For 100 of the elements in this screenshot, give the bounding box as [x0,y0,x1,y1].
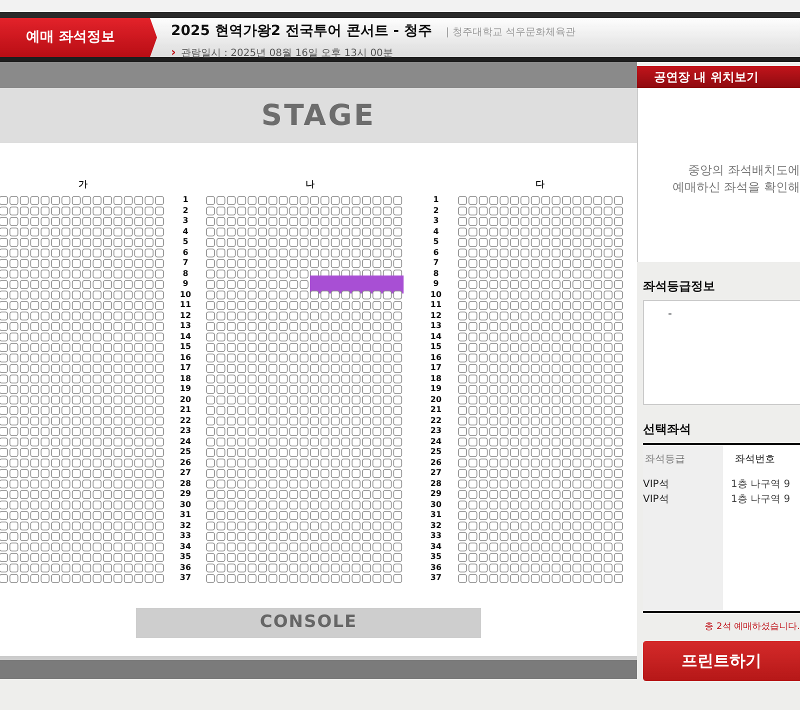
seat-row[interactable] [0,364,164,373]
seat-row[interactable] [206,259,402,268]
seat-row[interactable] [206,385,402,394]
seat-row[interactable] [458,374,623,384]
seat-row[interactable] [0,322,164,331]
seat-row[interactable] [0,490,164,499]
seat-row[interactable] [0,238,164,247]
seat-row[interactable] [0,343,164,352]
seat-row[interactable] [0,332,164,342]
seat-row[interactable] [0,270,164,278]
seat-row[interactable] [0,301,164,310]
seat-row[interactable] [0,217,164,226]
seat-row[interactable] [0,228,164,236]
seat-row[interactable] [0,385,164,394]
seat-row[interactable] [0,374,164,384]
seat-row[interactable] [458,490,623,499]
seat-row[interactable] [458,270,623,278]
seat-row[interactable] [458,322,623,331]
seat-row[interactable] [206,564,402,572]
seat-row[interactable] [0,480,164,488]
seat-row[interactable] [458,290,623,300]
seat-row[interactable] [458,354,623,362]
seat-row[interactable] [0,354,164,362]
seat-row[interactable] [206,301,402,310]
seat-row[interactable] [0,542,164,552]
seat-row[interactable] [206,522,402,530]
seat-row[interactable] [458,406,623,415]
seat-row[interactable] [458,248,623,258]
seat-row[interactable] [206,532,402,541]
seat-row[interactable] [0,564,164,572]
seat-row[interactable] [206,406,402,415]
seat-row[interactable] [458,511,623,520]
seat-row[interactable] [206,196,402,205]
seat-row[interactable] [458,438,623,446]
seat-row[interactable] [0,469,164,478]
seat-row[interactable] [0,312,164,320]
seat-row[interactable] [206,248,402,258]
seat-row[interactable] [458,238,623,247]
seat-row[interactable] [0,396,164,404]
seat-row[interactable] [458,532,623,541]
seat-row[interactable] [458,312,623,320]
seat-row[interactable] [206,427,402,436]
seat-row[interactable] [0,448,164,457]
seat-row[interactable] [206,343,402,352]
seat-row[interactable] [206,354,402,362]
seat-row[interactable] [458,458,623,468]
seat-row[interactable] [206,542,402,552]
seat-row[interactable] [0,427,164,436]
seat-row[interactable] [0,438,164,446]
seat-row[interactable] [0,280,164,289]
seat-row[interactable] [0,290,164,300]
print-button[interactable]: 프린트하기 [643,640,800,680]
seat-row[interactable] [206,290,402,300]
seat-row[interactable] [206,438,402,446]
seat-row[interactable] [0,458,164,468]
seat-row[interactable] [458,500,623,510]
seat-row[interactable] [458,343,623,352]
seat-row[interactable] [458,553,623,562]
seat-row[interactable] [458,480,623,488]
seat-row[interactable] [206,217,402,226]
seat-row[interactable] [206,574,402,583]
seat-row[interactable] [206,332,402,342]
seat-row[interactable] [206,364,402,373]
seat-row[interactable] [206,238,402,247]
seat-row[interactable] [458,522,623,530]
seat-row[interactable] [0,206,164,216]
seat-row[interactable] [206,416,402,426]
seat-row[interactable] [206,553,402,562]
seat-row[interactable] [458,542,623,552]
seat-row[interactable] [458,259,623,268]
seat-row[interactable] [206,396,402,404]
seat-row[interactable] [206,511,402,520]
seat-row[interactable] [0,500,164,510]
seat-row[interactable] [458,332,623,342]
seat-row[interactable] [458,385,623,394]
seat-row[interactable] [0,406,164,415]
seat-row[interactable] [0,259,164,268]
seat-row[interactable] [458,564,623,572]
seat-row[interactable] [206,469,402,478]
seat-row[interactable] [458,228,623,236]
seat-row[interactable] [0,511,164,520]
seat-row[interactable] [206,312,402,320]
seat-row[interactable] [0,522,164,530]
seat-row[interactable] [458,416,623,426]
seat-row[interactable] [206,322,402,331]
seat-row[interactable] [458,448,623,457]
seat-row[interactable] [458,364,623,373]
seat-row[interactable] [0,196,164,205]
seat-row[interactable] [206,206,402,216]
seat-row[interactable] [206,374,402,384]
seat-row[interactable] [458,280,623,289]
seat-row[interactable] [458,469,623,478]
seat-row[interactable] [0,532,164,541]
seat-row[interactable] [206,500,402,510]
seat-row[interactable] [458,217,623,226]
seat-row[interactable] [206,458,402,468]
seat-row[interactable] [458,574,623,583]
seat-row[interactable] [206,448,402,457]
seat-row[interactable] [0,248,164,258]
seat-row[interactable] [458,396,623,404]
